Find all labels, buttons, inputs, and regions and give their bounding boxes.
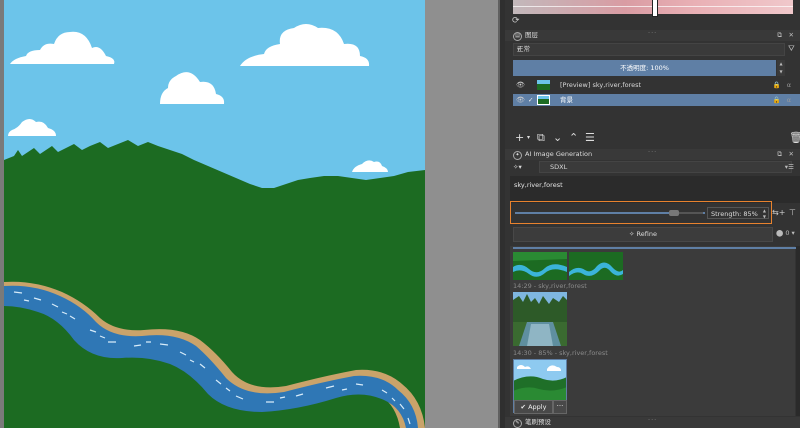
alpha-lock-icon[interactable]: α bbox=[787, 79, 791, 91]
more-options-button[interactable]: ··· bbox=[553, 400, 567, 414]
layer-row-background[interactable]: 👁 ✓ 背景 🔒 α bbox=[513, 94, 800, 106]
history-label: 14:30 - 85% - sky,river,forest bbox=[513, 349, 608, 357]
layers-icon: ▤ bbox=[513, 32, 522, 41]
seed-control[interactable]: ⬤ 0 ▾ bbox=[776, 227, 795, 240]
ai-generation-icon: ✦ bbox=[513, 151, 522, 160]
gradient-handle[interactable] bbox=[652, 0, 658, 17]
eye-icon[interactable]: 👁 bbox=[516, 94, 525, 106]
float-icon[interactable]: ⧉ bbox=[777, 149, 782, 160]
progress-bar bbox=[513, 247, 797, 249]
trash-icon[interactable]: 🗑 bbox=[789, 131, 800, 145]
layers-panel-header: ▤ 图层 ··· ⧉ ✕ bbox=[505, 28, 800, 41]
canvas-scrollbar[interactable] bbox=[498, 0, 500, 428]
more-label: ··· bbox=[556, 402, 564, 410]
filter-icon[interactable]: ⛛ bbox=[788, 44, 795, 54]
color-gradient-slider[interactable] bbox=[513, 0, 793, 17]
layer-thumbnail bbox=[537, 80, 550, 90]
eye-icon[interactable]: 👁 bbox=[516, 79, 525, 91]
opacity-spinner[interactable]: ▲ ▼ bbox=[777, 60, 785, 76]
strength-value: Strength: 85% bbox=[711, 210, 758, 218]
prompt-input[interactable]: sky,river,forest bbox=[510, 176, 800, 203]
lock-icon[interactable]: 🔒 bbox=[773, 79, 781, 91]
history-thumbnail[interactable] bbox=[513, 252, 567, 280]
model-value: SDXL bbox=[550, 163, 568, 171]
refine-label: Refine bbox=[636, 230, 657, 238]
layer-thumbnail bbox=[537, 95, 550, 105]
history-label: 14:29 - sky,river,forest bbox=[513, 282, 587, 290]
history-thumbnail[interactable] bbox=[569, 252, 623, 280]
image-canvas[interactable] bbox=[4, 0, 425, 428]
float-icon[interactable]: ⧉ bbox=[777, 30, 782, 41]
grip-icon[interactable]: ··· bbox=[648, 415, 657, 426]
check-icon: ✔ bbox=[520, 403, 526, 411]
model-select[interactable]: SDXL ▾ bbox=[539, 161, 792, 173]
refresh-icon[interactable]: ⟳ bbox=[512, 17, 521, 26]
add-layer-icon[interactable]: + bbox=[515, 131, 524, 145]
strength-control: Strength: 85% ▲ ▼ bbox=[510, 201, 772, 224]
seed-value: 0 bbox=[785, 229, 790, 237]
brush-presets-header: ✎ 笔刷预设 ··· bbox=[505, 415, 800, 428]
apply-button[interactable]: ✔ Apply bbox=[514, 400, 553, 414]
grip-icon[interactable]: ··· bbox=[648, 28, 657, 39]
result-image bbox=[513, 292, 567, 346]
spinner-arrows-icon[interactable]: ▲ ▼ bbox=[763, 208, 766, 220]
layers-toolbar: + ▾ ⧉ ⌄ ⌃ ☰ 🗑 bbox=[513, 131, 800, 145]
wand-icon[interactable]: ✧▾ bbox=[513, 161, 522, 173]
check-icon[interactable]: ✓ bbox=[528, 94, 533, 106]
alpha-lock-icon[interactable]: α bbox=[787, 94, 791, 106]
history-scrollbar[interactable] bbox=[796, 246, 800, 416]
chevron-down-icon: ▾ bbox=[517, 45, 521, 53]
close-icon[interactable]: ✕ bbox=[789, 149, 794, 160]
history-thumbnail[interactable] bbox=[513, 292, 567, 346]
brush-presets-title: 笔刷预设 bbox=[525, 418, 551, 426]
result-image bbox=[513, 252, 567, 280]
result-image bbox=[569, 252, 623, 280]
layers-panel-title: 图层 bbox=[525, 31, 538, 39]
layer-name: 背景 bbox=[560, 96, 573, 104]
prompt-text: sky,river,forest bbox=[514, 181, 563, 189]
strength-slider-handle[interactable] bbox=[669, 210, 679, 216]
move-down-icon[interactable]: ⌄ bbox=[553, 131, 562, 145]
lock-icon[interactable]: 🔒 bbox=[773, 94, 781, 106]
layer-name: [Preview] sky,river,forest bbox=[560, 81, 642, 89]
model-row: ✧▾ SDXL ▾ ☰ bbox=[513, 161, 800, 173]
canvas-image bbox=[4, 0, 425, 428]
text-region-icon[interactable]: ⊤ bbox=[789, 208, 796, 217]
layer-properties-icon[interactable]: ☰ bbox=[585, 131, 595, 145]
grip-icon[interactable]: ··· bbox=[648, 147, 657, 158]
menu-icon[interactable]: ☰ bbox=[788, 161, 794, 173]
brush-icon: ✎ bbox=[513, 419, 522, 428]
refine-button[interactable]: ✧ Refine bbox=[513, 227, 773, 242]
strength-spinbox[interactable]: Strength: 85% ▲ ▼ bbox=[707, 207, 769, 219]
close-icon[interactable]: ✕ bbox=[789, 30, 794, 41]
duplicate-layer-icon[interactable]: ⧉ bbox=[537, 131, 545, 145]
ai-panel-header: ✦ AI Image Generation ··· ⧉ ✕ bbox=[505, 147, 800, 160]
canvas-margin bbox=[425, 0, 500, 428]
layer-row-preview[interactable]: 👁 [Preview] sky,river,forest 🔒 α bbox=[513, 79, 800, 91]
blend-mode-select[interactable]: 正常 ▾ bbox=[513, 43, 785, 56]
add-region-icon[interactable]: ⇆+ bbox=[772, 208, 785, 217]
strength-slider-remainder bbox=[679, 212, 703, 214]
move-up-icon[interactable]: ⌃ bbox=[569, 131, 578, 145]
opacity-slider[interactable]: 不透明度: 100% bbox=[513, 60, 776, 76]
ai-panel-title: AI Image Generation bbox=[525, 150, 593, 158]
opacity-label: 不透明度: 100% bbox=[620, 64, 669, 72]
wand-icon: ✧ bbox=[629, 230, 637, 238]
chevron-down-icon[interactable]: ▾ bbox=[527, 131, 530, 145]
apply-label: Apply bbox=[528, 403, 547, 411]
